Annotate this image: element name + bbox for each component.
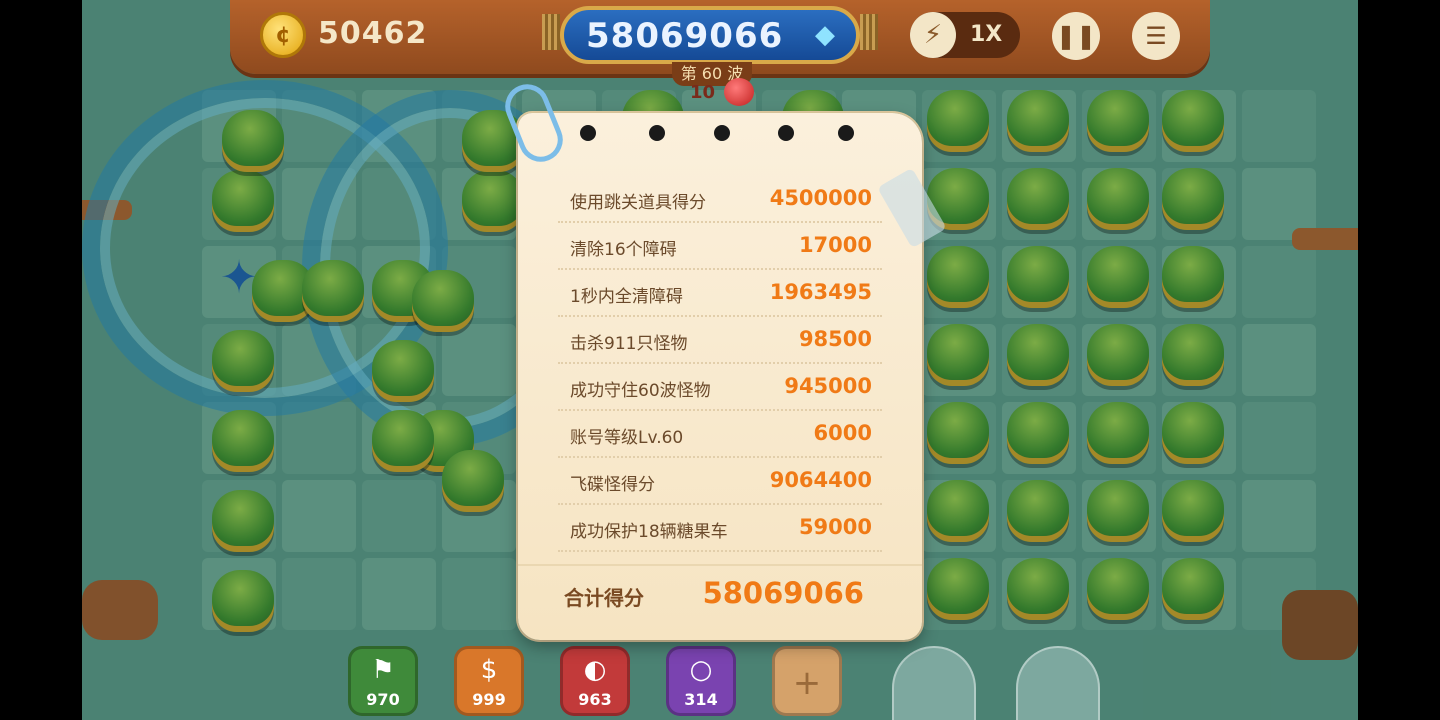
score-row: 账号等级Lv.60 6000	[558, 411, 882, 458]
binder-hole	[838, 125, 854, 141]
item-count: 963	[578, 690, 612, 709]
menu-list-icon: ☰	[1145, 22, 1167, 50]
score-row-label: 1秒内全清障碍	[570, 287, 683, 307]
score-row-value: 1963495	[769, 280, 872, 304]
half-circle-icon: ◐	[583, 655, 607, 685]
score-row-label: 成功保护18辆糖果车	[570, 522, 728, 542]
candy-icon: ◆	[815, 20, 835, 50]
monster-heart-icon	[724, 78, 754, 106]
score-row-value: 4500000	[769, 186, 872, 210]
coin-count: 50462	[318, 16, 428, 51]
item-button[interactable]: +	[772, 646, 842, 716]
total-score-display: 58069066	[586, 16, 784, 56]
item-count: 999	[472, 690, 506, 709]
score-row-label: 成功守住60波怪物	[570, 381, 711, 401]
score-row-value: 59000	[798, 515, 872, 539]
pause-icon: ❚❚	[1055, 22, 1097, 50]
ring-icon: ○	[689, 655, 713, 685]
score-row-label: 清除16个障碍	[570, 240, 677, 260]
total-label: 合计得分	[564, 586, 644, 610]
item-count: 314	[684, 690, 718, 709]
score-row-label: 飞碟怪得分	[570, 475, 655, 495]
item-button[interactable]: ⚑ 970	[348, 646, 418, 716]
score-row: 使用跳关道具得分 4500000	[558, 176, 882, 223]
item-button[interactable]: $999	[454, 646, 524, 716]
score-row-value: 17000	[798, 233, 872, 257]
total-score-plaque: 58069066 ◆	[560, 6, 860, 64]
score-row-value: 98500	[798, 327, 872, 351]
glass-dome-2[interactable]	[1016, 646, 1100, 720]
lightning-icon: ⚡	[910, 12, 956, 58]
score-row: 角色加成143.8%24323716	[558, 552, 882, 558]
score-row-value: 945000	[784, 374, 872, 398]
top-bar: ¢ 50462 58069066 ◆ 第 60 波 ⚡ 1X ❚❚ ☰	[230, 0, 1210, 86]
rope-left	[542, 14, 560, 50]
pause-button[interactable]: ❚❚	[1052, 12, 1100, 60]
score-row-label: 击杀911只怪物	[570, 334, 688, 354]
item-button[interactable]: ○ 314	[666, 646, 736, 716]
score-row-label: 账号等级Lv.60	[570, 428, 684, 448]
speed-label: 1X	[970, 22, 1003, 47]
binder-hole	[714, 125, 730, 141]
binder-hole	[778, 125, 794, 141]
flag-icon: ⚑	[371, 655, 395, 685]
binder-hole	[649, 125, 665, 141]
score-row: 清除16个障碍 17000	[558, 223, 882, 270]
monster-badge: 10	[690, 78, 760, 108]
menu-button[interactable]: ☰	[1132, 12, 1180, 60]
score-row-value: 6000	[813, 421, 872, 445]
rope-right	[860, 14, 878, 50]
total-score: 58069066	[702, 576, 864, 610]
score-row: 击杀911只怪物 98500	[558, 317, 882, 364]
score-card: 使用跳关道具得分 4500000 清除16个障碍 17000 1秒内全清障碍 196349…	[498, 77, 947, 640]
carrot-coin-icon: ¢	[260, 12, 306, 58]
score-row: 成功守住60波怪物 945000	[558, 364, 882, 411]
binder-hole	[580, 125, 596, 141]
total-row: 合计得分 58069066	[518, 564, 922, 622]
speed-toggle-button[interactable]: ⚡ 1X	[910, 12, 1020, 58]
score-row: 1秒内全清障碍 1963495	[558, 270, 882, 317]
money-bag-icon: $	[480, 655, 498, 685]
score-breakdown-list[interactable]: 使用跳关道具得分 4500000 清除16个障碍 17000 1秒内全清障碍 196349…	[558, 176, 882, 558]
monster-hp: 10	[690, 82, 716, 103]
score-row: 成功保护18辆糖果车 59000	[558, 505, 882, 552]
score-row: 飞碟怪得分 9064400	[558, 458, 882, 505]
item-count: 970	[366, 690, 400, 709]
glass-dome-1[interactable]	[892, 646, 976, 720]
plus-icon: +	[792, 663, 822, 703]
item-button[interactable]: ◐ 963	[560, 646, 630, 716]
score-row-value: 9064400	[769, 468, 872, 492]
score-row-label: 使用跳关道具得分	[570, 193, 706, 213]
